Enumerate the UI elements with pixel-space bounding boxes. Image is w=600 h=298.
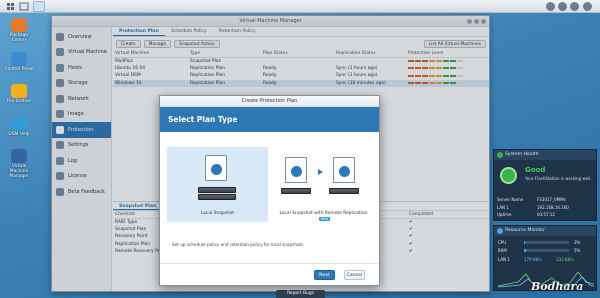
- arrow-right-icon: [318, 169, 323, 175]
- desktop-icon-label: Package Center: [9, 33, 29, 43]
- beta-badge: Beta: [319, 217, 331, 221]
- dialog-title[interactable]: Create Protection Plan: [160, 96, 379, 107]
- download-rate: 333 KB/s: [556, 257, 574, 262]
- server-icon: [198, 194, 236, 200]
- report-bugs-button[interactable]: Report Bugs: [276, 290, 325, 298]
- search-icon[interactable]: [570, 2, 579, 11]
- detail-value: 192.168.16.160: [537, 204, 569, 210]
- desktop-icon-dsm-help[interactable]: DSM Help: [2, 117, 36, 137]
- lan-label: LAN 1: [498, 257, 510, 262]
- clock-icon: [290, 165, 303, 178]
- ram-meter-fill: [524, 249, 527, 252]
- detail-row: Server Name FS3017_VMMs: [494, 196, 596, 204]
- option-label: Local Snapshot with Remote Replication: [279, 211, 368, 216]
- ram-meter: [524, 249, 569, 252]
- help-icon: [11, 117, 27, 131]
- server-icon: [281, 188, 311, 194]
- desktop-icon-package-center[interactable]: Package Center: [2, 18, 36, 43]
- widgets-icon[interactable]: [583, 2, 592, 11]
- option-label: Local Snapshot: [200, 211, 235, 216]
- desktop-icon-file-station[interactable]: File Station: [2, 84, 36, 104]
- taskbar-vmm-icon[interactable]: [33, 1, 45, 12]
- ram-label: RAM: [498, 248, 507, 253]
- upload-rate: 179 KB/s: [524, 257, 542, 262]
- ram-value: 5%: [574, 248, 581, 253]
- package-center-icon: [11, 18, 27, 32]
- option-remote-replication[interactable]: Local Snapshot with Remote Replication B…: [273, 147, 374, 222]
- file-station-icon: [11, 84, 27, 98]
- detail-key: Server Name: [497, 197, 524, 203]
- server-icon: [329, 188, 359, 194]
- desktop-icon-label: Virtual Machine Manager: [9, 164, 29, 179]
- cpu-meter: [524, 241, 569, 244]
- detail-row: LAN 1 192.168.16.160: [494, 204, 596, 212]
- health-status: Good: [525, 166, 546, 174]
- next-button[interactable]: Next: [314, 270, 335, 280]
- resource-monitor-icon: [497, 228, 503, 234]
- cpu-label: CPU: [498, 240, 507, 245]
- show-desktop-icon[interactable]: [17, 1, 31, 12]
- desktop-icon-label: DSM Help: [8, 132, 30, 137]
- health-icon: [497, 152, 503, 158]
- detail-key: Uptime: [497, 212, 512, 218]
- cpu-value: 3%: [574, 240, 581, 245]
- option-description: Set up schedule policy and retention pol…: [172, 242, 305, 247]
- detail-value: 03:57:12: [537, 212, 555, 218]
- desktop-icon-control-panel[interactable]: Control Panel: [2, 52, 36, 72]
- desktop-icon-label: File Station: [6, 99, 32, 104]
- dialog-footer: Next Cancel: [160, 263, 379, 285]
- detail-key: LAN 1: [497, 204, 509, 210]
- cpu-meter-fill: [524, 241, 526, 244]
- user-icon[interactable]: [558, 2, 567, 11]
- main-menu-icon[interactable]: [3, 1, 17, 12]
- control-panel-icon: [11, 52, 27, 66]
- desktop-icon-vmm[interactable]: Virtual Machine Manager: [2, 149, 36, 179]
- check-circle-icon: [500, 167, 517, 184]
- health-details: Server Name FS3017_VMMs LAN 1 192.168.16.1…: [494, 196, 596, 219]
- watermark: Bodhara: [531, 280, 584, 293]
- widget-title: System Health: [505, 152, 539, 157]
- widget-title: Resource Monitor: [505, 228, 545, 233]
- server-icon: [198, 187, 236, 193]
- clock-icon: [338, 165, 351, 178]
- cancel-button[interactable]: Cancel: [344, 270, 365, 280]
- vmm-icon: [11, 149, 27, 163]
- clock-icon: [210, 163, 223, 176]
- system-health-widget: System Health Good Your FlashStation is …: [493, 149, 597, 221]
- option-local-snapshot[interactable]: Local Snapshot: [167, 147, 268, 222]
- widget-header[interactable]: Resource Monitor: [494, 226, 596, 236]
- taskbar: [0, 0, 600, 13]
- desktop-icon-label: Control Panel: [4, 67, 34, 72]
- detail-row: Uptime 03:57:12: [494, 211, 596, 219]
- dialog-heading: Select Plan Type: [160, 107, 379, 132]
- notification-icon[interactable]: [546, 2, 555, 11]
- health-message: Your FlashStation is working well.: [525, 176, 592, 181]
- detail-value: FS3017_VMMs: [537, 197, 566, 203]
- create-protection-plan-dialog: Create Protection Plan Select Plan Type …: [159, 95, 380, 286]
- widget-header[interactable]: System Health: [494, 150, 596, 160]
